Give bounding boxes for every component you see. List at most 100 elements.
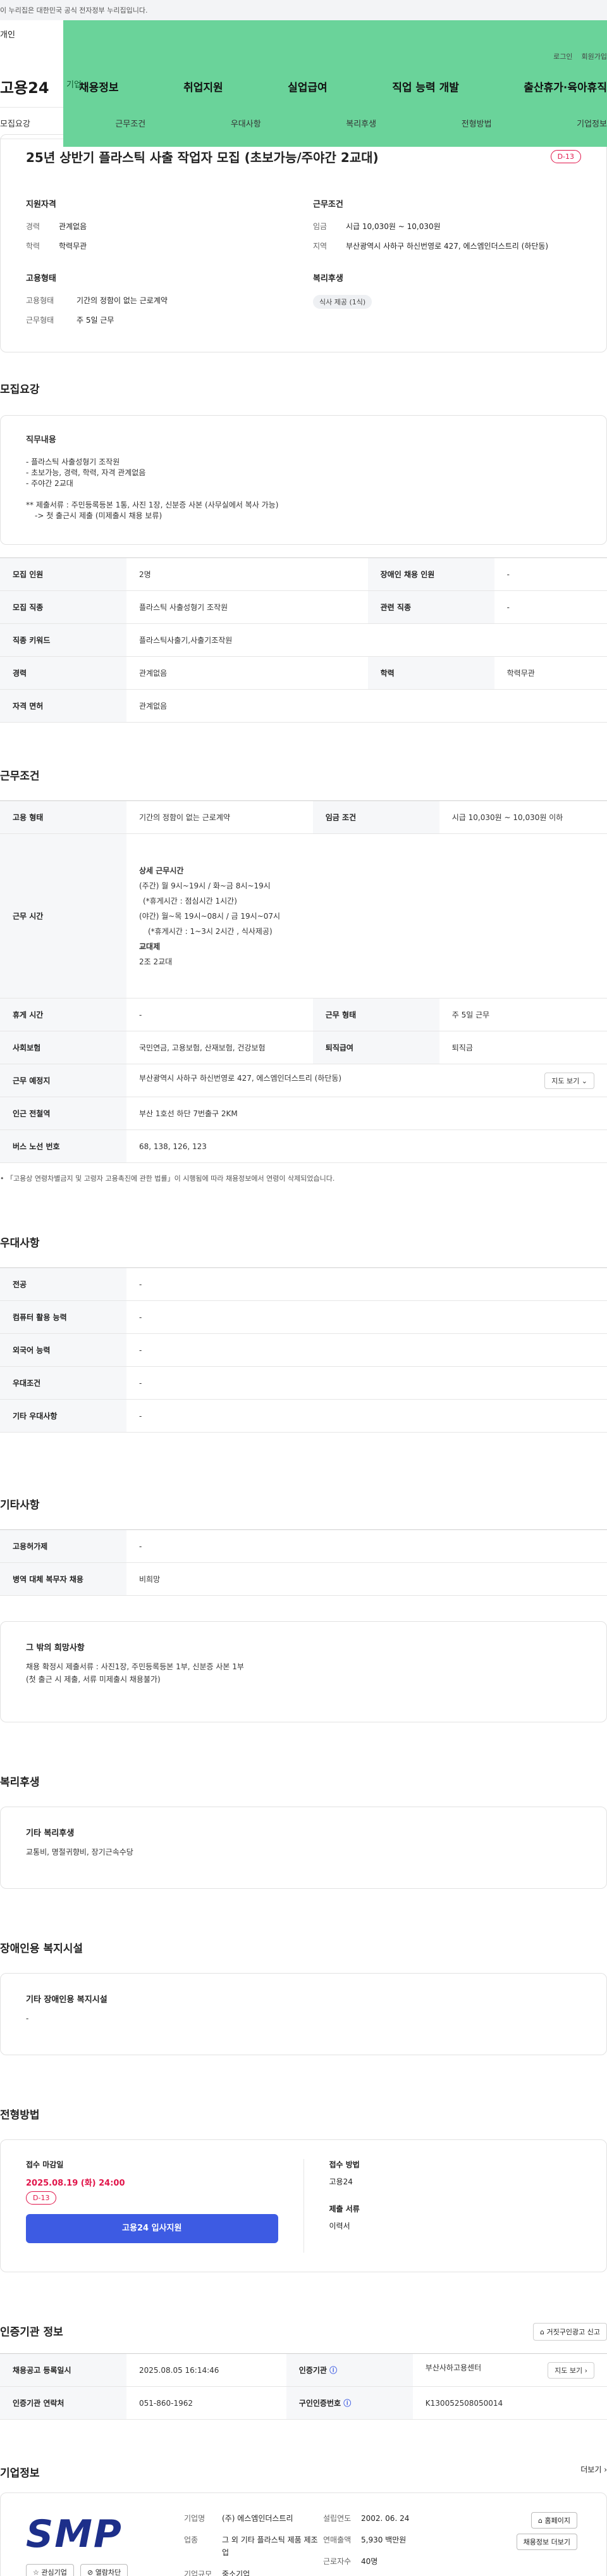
cert-org-label: 인증기관 [298, 2366, 327, 2375]
user-type-tabs: 개인 기업 [0, 20, 607, 147]
emp-heading: 고용형태 [26, 274, 56, 283]
gnb-jobs[interactable]: 채용정보 [79, 78, 119, 94]
chevron-down-icon: ⌄ [581, 1076, 587, 1085]
report-fake-ad-button[interactable]: ⌂ 거짓구인광고 신고 [533, 2323, 607, 2341]
site-logo[interactable]: 고용24 [0, 75, 79, 97]
cell-label: 근무 시간 [0, 833, 126, 999]
cert-no-label: 구인인증번호 [298, 2399, 341, 2408]
recruit-title: 모집요강 [0, 383, 40, 396]
docs-heading: 제출 서류 [329, 2205, 360, 2213]
cell-value: 부산사하고용센터 지도 보기 › [412, 2353, 607, 2387]
cell-label: 채용공고 등록일시 [0, 2353, 126, 2387]
signup-link[interactable]: 회원가입 [582, 51, 607, 61]
work-title: 근무조건 [0, 770, 40, 783]
gov-notice-bar: 이 누리집은 대한민국 공식 전자정부 누리집입니다. [0, 0, 607, 20]
job-summary-card: 25년 상반기 플라스틱 사출 작업자 모집 (초보가능/주야간 2교대) D-… [0, 134, 607, 352]
star-icon: ☆ [33, 2568, 39, 2576]
desc-line: - 주야간 2교대 [26, 479, 73, 488]
subnav-recruit[interactable]: 모집요강 [0, 117, 30, 129]
welfare-chip: 식사 제공 (1식) [313, 295, 372, 309]
subnav-selection[interactable]: 전형방법 [462, 117, 492, 129]
cell-label: 외국어 능력 [0, 1333, 126, 1367]
disabled-box: 기타 장애인용 복지시설 - [0, 1973, 607, 2055]
age-notice-text: 「고용상 연령차별금지 및 고령자 고용촉진에 관한 법률」이 시행됨에 따라 … [6, 1174, 335, 1183]
cell-value: 2025.08.05 16:14:46 [126, 2353, 286, 2387]
company-more-link[interactable]: 더보기 › [580, 2464, 607, 2480]
selection-box: 접수 마감일 2025.08.19 (화) 24:00 D-13 고용24 입사… [0, 2139, 607, 2272]
subnav-company[interactable]: 기업정보 [577, 117, 607, 129]
cell-label: 고용허가제 [0, 1529, 126, 1563]
bell-icon: ⌂ [540, 2328, 545, 2336]
method-heading: 접수 방법 [329, 2160, 360, 2169]
info-icon[interactable]: ⓘ [329, 2366, 337, 2375]
hours-line: 상세 근무시간 [139, 866, 184, 875]
emp-value: 주 5일 근무 [77, 316, 114, 325]
company-field-value: 그 외 기타 플라스틱 제품 제조업 [222, 2536, 318, 2557]
job-title: 25년 상반기 플라스틱 사출 작업자 모집 (초보가능/주야간 2교대) [26, 150, 379, 165]
tab-personal[interactable]: 개인 [0, 20, 63, 47]
deadline-value: 2025.08.19 (화) 24:00 [26, 2179, 125, 2188]
deadline-heading: 접수 마감일 [26, 2160, 64, 2169]
qual-value: 학력무관 [59, 242, 87, 251]
cond-value: 시급 10,030원 ~ 10,030원 [346, 222, 441, 231]
homepage-button[interactable]: ⌂ 홈페이지 [531, 2512, 577, 2529]
pref-table: 전공 - 컴퓨터 활용 능력 - 외국어 능력 - 우대조건 - 기타 우대사항 - [0, 1267, 607, 1433]
subnav-work[interactable]: 근무조건 [115, 117, 145, 129]
gnb-leave[interactable]: 출산휴가·육아휴직 [524, 78, 607, 94]
company-jobs-button[interactable]: 채용정보 더보기 [516, 2534, 577, 2550]
cond-label: 임금 [313, 222, 328, 231]
gnb-unemployment[interactable]: 실업급여 [288, 78, 328, 94]
favorite-company-button[interactable]: ☆ 관심기업 [26, 2564, 74, 2576]
cell-label: 인증기관 연락처 [0, 2386, 126, 2420]
cell-value: 주 5일 근무 [439, 998, 607, 1031]
apply-button[interactable]: 고용24 입사지원 [26, 2214, 278, 2243]
company-field-label: 기업규모 [184, 2570, 212, 2576]
login-link[interactable]: 로그인 [553, 51, 572, 61]
map-button-label: 지도 보기 [551, 1076, 580, 1085]
cell-value: - [126, 1529, 607, 1563]
cell-label: 모집 직종 [0, 590, 126, 624]
cell-label: 사회보험 [0, 1031, 126, 1064]
welfare-heading: 복리후생 [313, 274, 343, 283]
cell-value: 051-860-1962 [126, 2386, 286, 2420]
cert-org-value: 부산사하고용센터 [425, 2363, 482, 2372]
cell-label: 모집 인원 [0, 557, 126, 591]
cell-value: 관계없음 [126, 689, 607, 723]
homepage-label: 홈페이지 [544, 2517, 570, 2525]
other-wishes-title: 그 밖의 희망사항 [26, 1643, 85, 1653]
cert-map-button[interactable]: 지도 보기 › [548, 2361, 594, 2379]
qual-heading: 지원자격 [26, 200, 56, 209]
subnav-benefit[interactable]: 복리후생 [346, 117, 376, 129]
benefit-box-text: 교통비, 명절귀향비, 장기근속수당 [26, 1848, 133, 1857]
info-icon[interactable]: ⓘ [343, 2399, 351, 2408]
cell-value: 국민연금, 고용보험, 산재보험, 건강보험 [126, 1031, 313, 1064]
benefit-box: 기타 복리후생 교통비, 명절귀향비, 장기근속수당 [0, 1807, 607, 1889]
benefit-box-title: 기타 복리후생 [26, 1829, 75, 1838]
cell-label: 컴퓨터 활용 능력 [0, 1300, 126, 1334]
gnb-training[interactable]: 직업 능력 개발 [392, 78, 459, 94]
cell-value: 68, 138, 126, 123 [126, 1129, 607, 1163]
hours-line: (*휴게시간 : 점심시간 1시간) [143, 896, 237, 905]
block-icon: ⊘ [87, 2568, 94, 2576]
cell-label: 경력 [0, 656, 126, 690]
etc-title: 기타사항 [0, 1499, 40, 1512]
more-label: 더보기 [580, 2465, 602, 2474]
cell-label: 휴게 시간 [0, 998, 126, 1031]
company-field-label: 설립연도 [323, 2514, 352, 2523]
cell-value: 퇴직금 [439, 1031, 607, 1064]
work-table: 고용 형태 기간의 정함이 없는 근로계약 임금 조건 시급 10,030원 ~ 10… [0, 800, 607, 1163]
cond-heading: 근무조건 [313, 200, 343, 209]
gnb-employment-support[interactable]: 취업지원 [183, 78, 223, 94]
age-notice: • 「고용상 연령차별금지 및 고령자 고용촉진에 관한 법률」이 시행됨에 따… [0, 1174, 335, 1183]
disabled-box-text: - [26, 2014, 29, 2023]
cell-value: 2명 [126, 557, 368, 591]
location-value: 부산광역시 사하구 하신번영로 427, 에스엠인더스트리 (하단동) [139, 1073, 342, 1083]
company-field-value: 중소기업 [222, 2570, 250, 2576]
block-view-button[interactable]: ⊘ 열람차단 [80, 2564, 128, 2576]
subnav-pref[interactable]: 우대사항 [231, 117, 261, 129]
selection-title: 전형방법 [0, 2109, 40, 2122]
company-field-value: 40명 [361, 2557, 378, 2566]
map-view-button[interactable]: 지도 보기 ⌄ [544, 1072, 594, 1089]
pref-title: 우대사항 [0, 1237, 40, 1250]
hours-line: (야간) 월~목 19시~08시 / 금 19시~07시 [139, 911, 281, 921]
